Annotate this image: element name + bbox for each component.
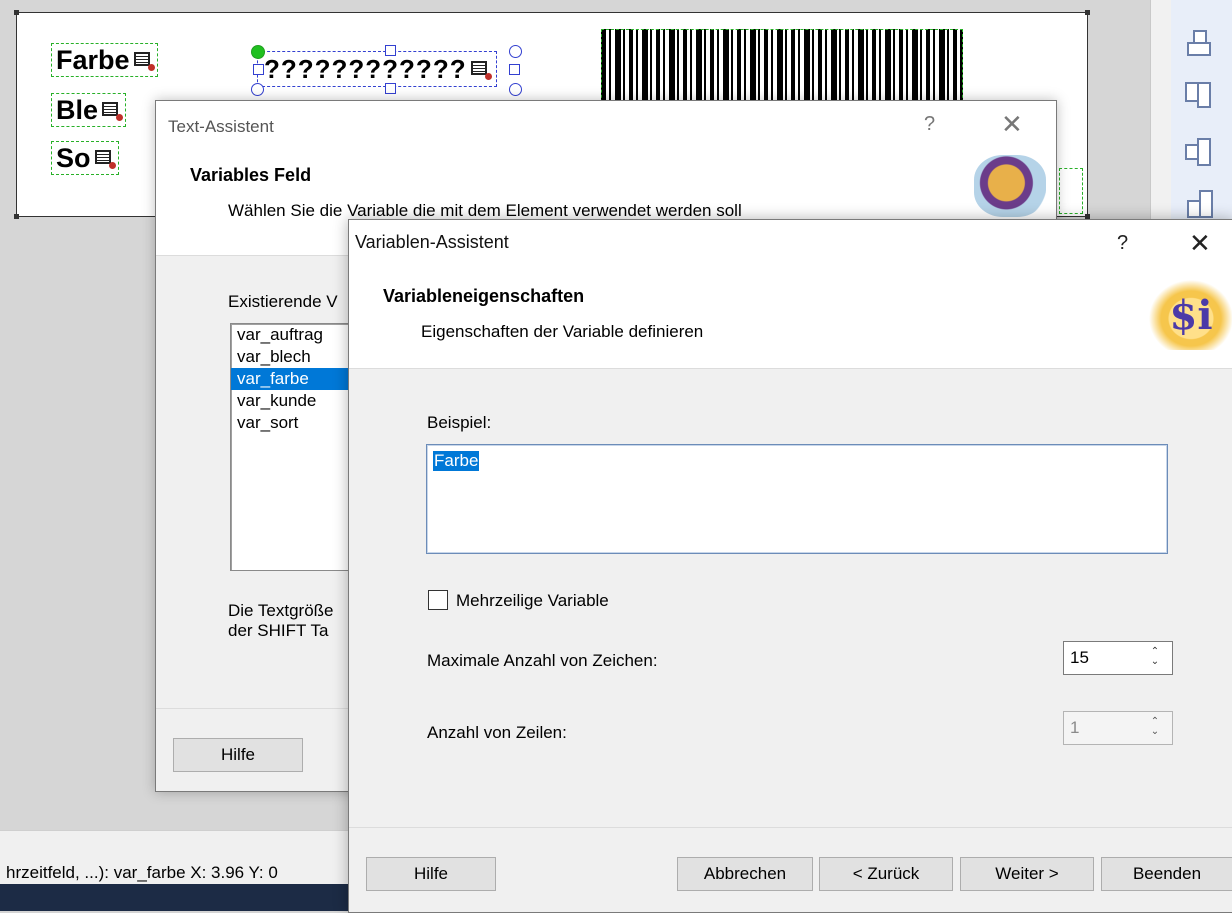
variable-listbox[interactable]: var_auftrag var_blech var_farbe var_kund… (230, 323, 362, 571)
wizard-illustration-icon (974, 155, 1046, 217)
example-selected-text: Farbe (433, 451, 480, 471)
printer-variable-icon (470, 59, 492, 80)
dialog-titlebar[interactable]: Variablen-Assistent ? ✕ (349, 220, 1232, 264)
close-icon[interactable]: ✕ (1001, 109, 1023, 140)
close-icon[interactable]: ✕ (1189, 228, 1211, 259)
printer-variable-icon (94, 148, 116, 169)
selected-field-box[interactable]: ???????????? (257, 51, 497, 87)
resize-handle[interactable] (509, 83, 522, 96)
printer-variable-icon (133, 50, 155, 71)
example-label: Beispiel: (427, 413, 492, 432)
back-button[interactable]: < Zurück (819, 857, 953, 891)
spin-arrows-icon[interactable]: ⌃ ⌄ (1148, 717, 1162, 739)
header-subtitle: Wählen Sie die Variable die mit dem Elem… (228, 201, 742, 220)
list-item-selected[interactable]: var_farbe (231, 368, 361, 390)
help-question-icon[interactable]: ? (1117, 232, 1128, 255)
variable-assistant-dialog: Variablen-Assistent ? ✕ Variableneigensc… (348, 219, 1232, 913)
example-textarea[interactable]: Farbe (426, 444, 1168, 554)
list-item[interactable]: var_kunde (231, 390, 361, 412)
align-middle-icon[interactable] (1181, 186, 1215, 220)
next-button[interactable]: Weiter > (960, 857, 1094, 891)
list-item[interactable]: var_blech (231, 346, 361, 368)
page-corner (14, 214, 19, 219)
rotate-handle[interactable] (251, 45, 265, 59)
hint-line: der SHIFT Ta (228, 621, 329, 640)
rows-value: 1 (1070, 718, 1080, 737)
status-text: hrzeitfeld, ...): var_farbe X: 3.96 Y: 0 (6, 863, 278, 882)
dialog-title: Text-Assistent (168, 117, 274, 136)
label-field-partial[interactable] (1059, 168, 1083, 214)
resize-handle[interactable] (509, 45, 522, 58)
divider (349, 827, 1232, 828)
selected-field-text: ???????????? (264, 54, 467, 84)
align-top-icon[interactable] (1181, 28, 1215, 62)
spin-arrows-icon[interactable]: ⌃ ⌄ (1148, 647, 1162, 669)
list-item[interactable]: var_auftrag (231, 324, 361, 346)
max-chars-value: 15 (1070, 648, 1089, 667)
cancel-button[interactable]: Abbrechen (677, 857, 813, 891)
rows-spinbox[interactable]: 1 ⌃ ⌄ (1063, 711, 1173, 745)
header-subtitle: Eigenschaften der Variable definieren (421, 322, 704, 341)
header-title: Variableneigenschaften (383, 286, 585, 306)
resize-handle[interactable] (251, 83, 264, 96)
resize-handle[interactable] (385, 45, 396, 56)
variable-list-label: Existierende V (228, 292, 338, 311)
page-corner (14, 10, 19, 15)
rows-label: Anzahl von Zeilen: (427, 723, 567, 742)
resize-handle[interactable] (253, 64, 264, 75)
label-field-sort[interactable]: So (51, 141, 119, 175)
align-bottom-icon[interactable] (1181, 78, 1215, 112)
max-chars-label: Maximale Anzahl von Zeichen: (427, 651, 658, 670)
max-chars-spinbox[interactable]: 15 ⌃ ⌄ (1063, 641, 1173, 675)
resize-handle[interactable] (385, 83, 396, 94)
selected-label-field[interactable]: ???????????? (251, 41, 522, 96)
finish-button[interactable]: Beenden (1101, 857, 1232, 891)
label-field-text: Farbe (56, 45, 130, 75)
dialog-header: Variableneigenschaften Eigenschaften der… (349, 264, 1232, 369)
page-corner (1085, 10, 1090, 15)
label-field-text: So (56, 143, 91, 173)
list-item[interactable]: var_sort (231, 412, 361, 434)
text-size-hint: Die Textgröße der SHIFT Ta (228, 601, 334, 641)
help-question-icon[interactable]: ? (924, 113, 935, 136)
resize-handle[interactable] (509, 64, 520, 75)
help-button[interactable]: Hilfe (173, 738, 303, 772)
dialog-titlebar[interactable]: Text-Assistent ? ✕ (156, 101, 1056, 147)
dialog-title: Variablen-Assistent (355, 232, 509, 252)
align-center-icon[interactable] (1181, 134, 1215, 168)
multiline-checkbox[interactable] (428, 590, 448, 610)
variable-dollar-icon: $i (1149, 280, 1232, 350)
help-button[interactable]: Hilfe (366, 857, 496, 891)
label-field-blech[interactable]: Ble (51, 93, 127, 127)
label-field-farbe[interactable]: Farbe (51, 43, 158, 77)
multiline-label[interactable]: Mehrzeilige Variable (456, 591, 609, 611)
label-field-text: Ble (56, 95, 99, 125)
hint-line: Die Textgröße (228, 601, 334, 620)
printer-variable-icon (101, 100, 124, 121)
header-title: Variables Feld (190, 165, 312, 185)
